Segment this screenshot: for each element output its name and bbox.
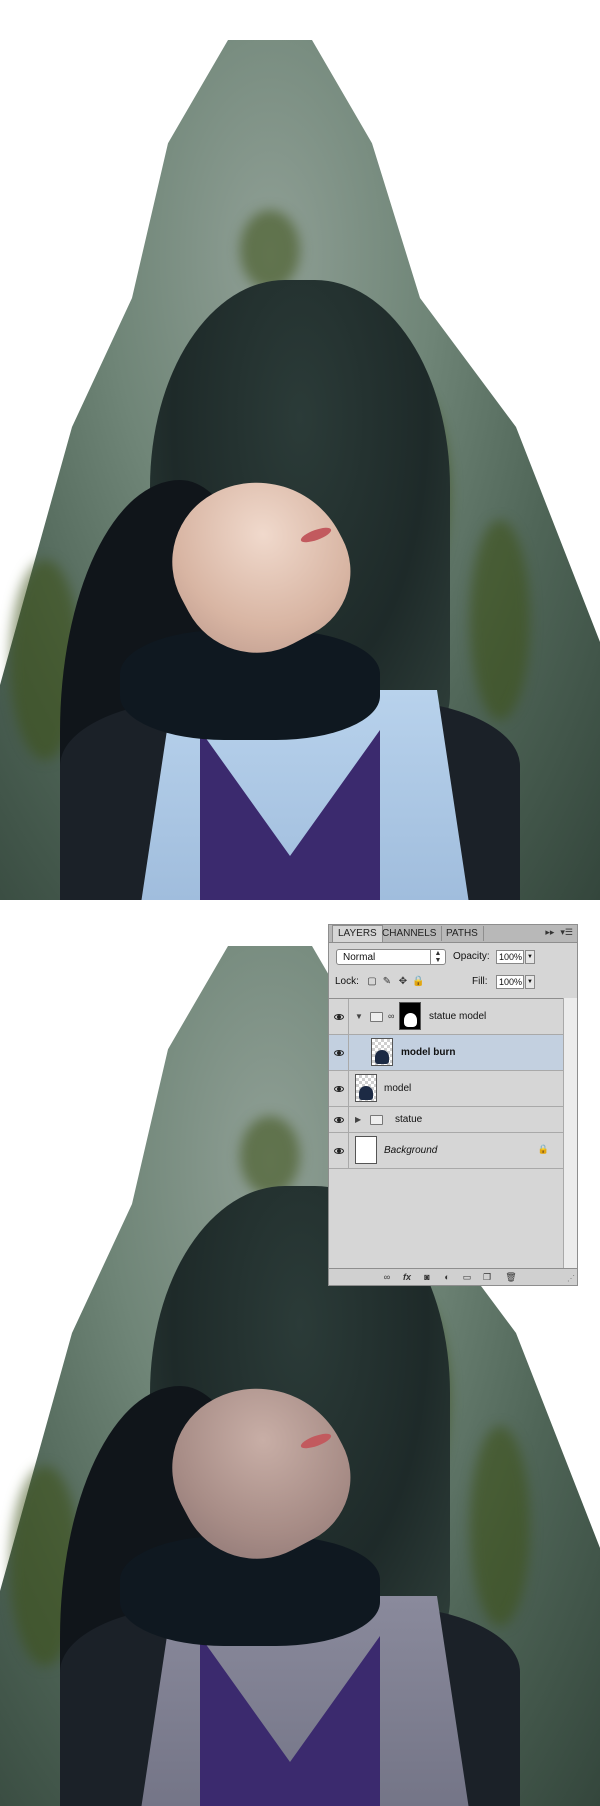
opacity-input[interactable]: 100% xyxy=(496,950,524,964)
expand-down-icon[interactable]: ▼ xyxy=(355,1012,363,1021)
collapse-icon[interactable]: ▸▸ xyxy=(545,927,554,938)
layer-thumbnail[interactable] xyxy=(355,1074,377,1102)
blend-mode-value: Normal xyxy=(343,952,376,963)
moss-patch xyxy=(240,210,300,290)
folder-icon[interactable]: ▭ xyxy=(461,1271,473,1283)
panel-menu: ▸▸ ▾☰ xyxy=(539,927,573,938)
eye-icon xyxy=(334,1014,344,1020)
tab-layers[interactable]: LAYERS xyxy=(332,925,383,942)
panel-options-icon[interactable]: ▾☰ xyxy=(560,927,573,938)
expand-right-icon[interactable]: ▶ xyxy=(355,1115,361,1124)
eye-icon xyxy=(334,1117,344,1123)
layer-name: Background xyxy=(384,1145,438,1156)
folder-icon xyxy=(370,1115,383,1125)
layers-panel: LAYERS CHANNELS PATHS ▸▸ ▾☰ Normal ▲ ▼ Opa… xyxy=(328,924,578,1286)
panel-footer: ∞ fx ◙ ◐ ▭ ❐ 🗑 ⋰ xyxy=(329,1268,577,1285)
trash-icon[interactable]: 🗑 xyxy=(505,1271,517,1283)
layers-scrollbar[interactable] xyxy=(563,998,577,1270)
layer-row-model-burn[interactable]: model burn xyxy=(329,1035,563,1071)
lock-move-icon[interactable]: ✥ xyxy=(397,976,409,988)
new-layer-icon[interactable]: ❐ xyxy=(481,1271,493,1283)
opacity-dropdown-icon[interactable]: ▼ xyxy=(525,950,535,964)
lock-all-icon[interactable]: 🔒 xyxy=(412,976,424,988)
group-mask-thumbnail[interactable] xyxy=(399,1002,421,1030)
layer-name: model xyxy=(384,1083,412,1094)
layer-name: model burn xyxy=(401,1047,456,1058)
lock-icon: 🔒 xyxy=(537,1144,549,1154)
layer-name: statue model xyxy=(429,1011,487,1022)
adjustment-icon[interactable]: ◐ xyxy=(441,1271,453,1283)
chain-link-icon[interactable]: ∞ xyxy=(388,1011,394,1021)
opacity-label: Opacity: xyxy=(453,951,490,962)
visibility-toggle[interactable] xyxy=(329,1071,349,1106)
visibility-toggle[interactable] xyxy=(329,1133,349,1168)
eye-icon xyxy=(334,1086,344,1092)
fill-label: Fill: xyxy=(472,976,488,987)
layer-row-model[interactable]: model xyxy=(329,1071,563,1107)
layer-name: statue xyxy=(395,1114,423,1125)
figure-silhouette xyxy=(375,1050,389,1064)
panel-tab-bar: LAYERS CHANNELS PATHS ▸▸ ▾☰ xyxy=(329,925,577,943)
visibility-toggle[interactable] xyxy=(329,999,349,1034)
layer-row-statue[interactable]: ▶ statue xyxy=(329,1107,563,1133)
lock-label: Lock: xyxy=(335,976,359,987)
resize-grip-icon[interactable]: ⋰ xyxy=(567,1274,575,1283)
lock-transparency-icon[interactable]: ▢ xyxy=(366,976,378,988)
visibility-toggle[interactable] xyxy=(329,1107,349,1132)
mask-icon[interactable]: ◙ xyxy=(421,1271,433,1283)
folder-icon xyxy=(370,1012,383,1022)
fill-input[interactable]: 100% xyxy=(496,975,524,989)
layers-list: ▼ ∞ statue model model burn model ▶ stat… xyxy=(329,998,563,1271)
tab-paths[interactable]: PATHS xyxy=(441,926,484,941)
tab-channels[interactable]: CHANNELS xyxy=(377,926,443,941)
updown-arrows-icon: ▲ ▼ xyxy=(430,950,445,964)
layer-thumbnail[interactable] xyxy=(355,1136,377,1164)
layer-row-statue-model[interactable]: ▼ ∞ statue model xyxy=(329,999,563,1035)
fill-dropdown-icon[interactable]: ▼ xyxy=(525,975,535,989)
artwork-original xyxy=(0,0,600,900)
link-icon[interactable]: ∞ xyxy=(381,1271,393,1283)
figure-silhouette xyxy=(359,1086,373,1100)
moss-patch xyxy=(470,1426,530,1626)
mask-shape xyxy=(404,1013,417,1027)
visibility-toggle[interactable] xyxy=(329,1035,349,1070)
eye-icon xyxy=(334,1050,344,1056)
lock-brush-icon[interactable]: ✎ xyxy=(381,976,393,988)
blend-mode-select[interactable]: Normal ▲ ▼ xyxy=(336,949,446,965)
fx-icon[interactable]: fx xyxy=(401,1271,413,1283)
layer-thumbnail[interactable] xyxy=(371,1038,393,1066)
moss-patch xyxy=(470,520,530,720)
eye-icon xyxy=(334,1148,344,1154)
layer-row-background[interactable]: Background 🔒 xyxy=(329,1133,563,1169)
moss-patch xyxy=(240,1116,300,1196)
